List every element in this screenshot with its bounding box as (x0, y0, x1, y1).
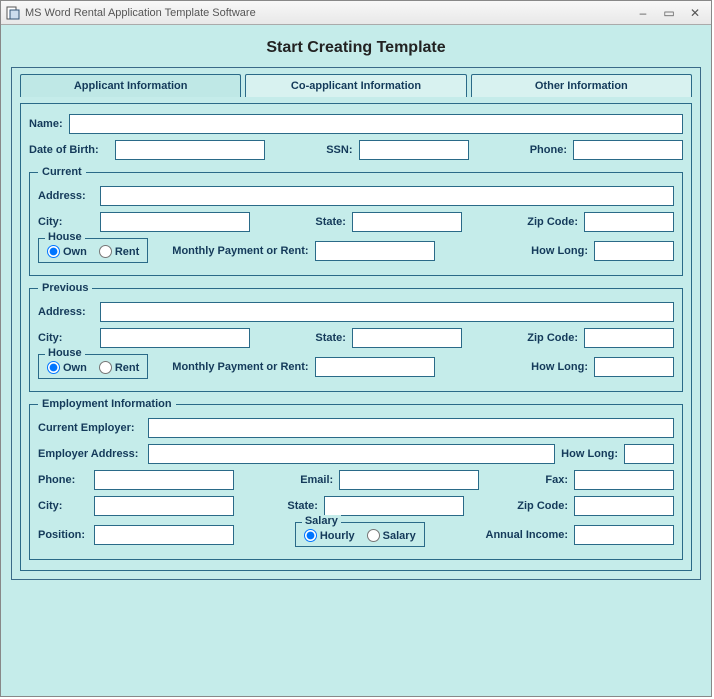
hourly-radio[interactable]: Hourly (304, 529, 355, 542)
annual-income-label: Annual Income: (486, 529, 569, 541)
dob-label: Date of Birth: (29, 144, 109, 156)
current-address-field[interactable] (100, 186, 674, 206)
hourly-label: Hourly (320, 530, 355, 542)
previous-group: Previous Address: City: State: Zip Code: (29, 282, 683, 392)
tab-other-information[interactable]: Other Information (471, 74, 692, 97)
employment-phone-field[interactable] (94, 470, 234, 490)
current-own-radio-input[interactable] (47, 245, 60, 258)
employment-group: Employment Information Current Employer:… (29, 398, 683, 560)
salary-radio-input[interactable] (367, 529, 380, 542)
tab-strip: Applicant Information Co-applicant Infor… (20, 74, 692, 97)
close-button[interactable]: ✕ (683, 4, 707, 22)
dob-field[interactable] (115, 140, 265, 160)
previous-rent-label: Rent (115, 362, 139, 374)
employment-state-label: State: (287, 500, 318, 512)
employment-city-field[interactable] (94, 496, 234, 516)
title-bar: MS Word Rental Application Template Soft… (1, 1, 711, 25)
current-house-group: House Own Rent (38, 238, 148, 263)
previous-city-field[interactable] (100, 328, 250, 348)
client-area: Start Creating Template Applicant Inform… (1, 25, 711, 588)
previous-monthly-field[interactable] (315, 357, 435, 377)
previous-own-radio[interactable]: Own (47, 361, 87, 374)
salary-legend: Salary (302, 515, 341, 527)
hourly-radio-input[interactable] (304, 529, 317, 542)
employer-address-label: Employer Address: (38, 448, 142, 460)
salary-radio[interactable]: Salary (367, 529, 416, 542)
previous-legend: Previous (38, 282, 92, 294)
employment-zip-label: Zip Code: (517, 500, 568, 512)
employment-fax-label: Fax: (545, 474, 568, 486)
current-howlong-label: How Long: (531, 245, 588, 257)
employment-state-field[interactable] (324, 496, 464, 516)
name-field[interactable] (69, 114, 683, 134)
app-icon (5, 5, 21, 21)
application-window: MS Word Rental Application Template Soft… (0, 0, 712, 697)
previous-own-radio-input[interactable] (47, 361, 60, 374)
employment-phone-label: Phone: (38, 474, 88, 486)
current-legend: Current (38, 166, 86, 178)
current-group: Current Address: City: State: Zip Code: (29, 166, 683, 276)
current-rent-radio-input[interactable] (99, 245, 112, 258)
employment-fax-field[interactable] (574, 470, 674, 490)
tab-coapplicant-information[interactable]: Co-applicant Information (245, 74, 466, 97)
tab-content-applicant: Name: Date of Birth: SSN: Phone: Current (20, 103, 692, 571)
employer-label: Current Employer: (38, 422, 142, 434)
window-title: MS Word Rental Application Template Soft… (25, 7, 256, 19)
previous-zip-field[interactable] (584, 328, 674, 348)
name-label: Name: (29, 118, 63, 130)
previous-address-label: Address: (38, 306, 94, 318)
employer-address-field[interactable] (148, 444, 555, 464)
current-zip-field[interactable] (584, 212, 674, 232)
phone-field[interactable] (573, 140, 683, 160)
previous-monthly-label: Monthly Payment or Rent: (172, 361, 308, 373)
current-rent-label: Rent (115, 246, 139, 258)
previous-house-legend: House (45, 347, 85, 359)
previous-address-field[interactable] (100, 302, 674, 322)
previous-city-label: City: (38, 332, 94, 344)
previous-howlong-label: How Long: (531, 361, 588, 373)
current-own-label: Own (63, 246, 87, 258)
current-city-field[interactable] (100, 212, 250, 232)
current-city-label: City: (38, 216, 94, 228)
current-howlong-field[interactable] (594, 241, 674, 261)
current-own-radio[interactable]: Own (47, 245, 87, 258)
current-house-legend: House (45, 231, 85, 243)
employment-howlong-label: How Long: (561, 448, 618, 460)
main-panel: Applicant Information Co-applicant Infor… (11, 67, 701, 580)
ssn-label: SSN: (326, 144, 352, 156)
current-monthly-field[interactable] (315, 241, 435, 261)
previous-state-field[interactable] (352, 328, 462, 348)
previous-howlong-field[interactable] (594, 357, 674, 377)
employer-field[interactable] (148, 418, 674, 438)
maximize-button[interactable]: ▭ (657, 4, 681, 22)
employment-city-label: City: (38, 500, 88, 512)
tab-applicant-information[interactable]: Applicant Information (20, 74, 241, 97)
ssn-field[interactable] (359, 140, 469, 160)
employment-legend: Employment Information (38, 398, 176, 410)
position-field[interactable] (94, 525, 234, 545)
previous-rent-radio-input[interactable] (99, 361, 112, 374)
current-monthly-label: Monthly Payment or Rent: (172, 245, 308, 257)
previous-zip-label: Zip Code: (527, 332, 578, 344)
employment-email-label: Email: (300, 474, 333, 486)
previous-rent-radio[interactable]: Rent (99, 361, 139, 374)
current-zip-label: Zip Code: (527, 216, 578, 228)
position-label: Position: (38, 529, 88, 541)
current-address-label: Address: (38, 190, 94, 202)
previous-house-group: House Own Rent (38, 354, 148, 379)
employment-howlong-field[interactable] (624, 444, 674, 464)
annual-income-field[interactable] (574, 525, 674, 545)
previous-own-label: Own (63, 362, 87, 374)
employment-zip-field[interactable] (574, 496, 674, 516)
current-state-label: State: (315, 216, 346, 228)
previous-state-label: State: (315, 332, 346, 344)
current-rent-radio[interactable]: Rent (99, 245, 139, 258)
page-title: Start Creating Template (11, 33, 701, 67)
minimize-button[interactable]: – (631, 4, 655, 22)
salary-label: Salary (383, 530, 416, 542)
phone-label: Phone: (530, 144, 567, 156)
employment-email-field[interactable] (339, 470, 479, 490)
current-state-field[interactable] (352, 212, 462, 232)
salary-group: Salary Hourly Salary (295, 522, 425, 547)
